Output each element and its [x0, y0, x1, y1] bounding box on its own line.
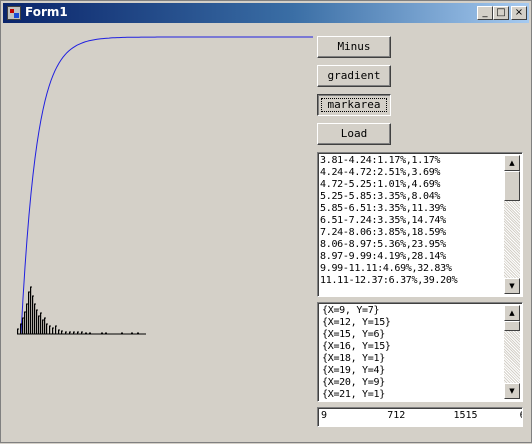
stats-item[interactable]: 3.81-4.24:1.17%,1.17% [320, 155, 457, 167]
stats-scrollbar[interactable]: ▲ ▼ [504, 155, 520, 294]
minimize-button[interactable]: _ [477, 6, 493, 20]
stats-listbox[interactable]: 3.81-4.24:1.17%,1.17% 4.24-4.72:2.51%,3.6… [317, 152, 523, 297]
histogram-bar [38, 316, 40, 334]
points-item[interactable]: {X=9, Y=7} [322, 305, 391, 317]
histogram-bar [52, 328, 54, 334]
scroll-thumb[interactable] [504, 171, 520, 201]
points-item[interactable]: {X=12, Y=15} [322, 317, 391, 329]
minus-button-label: Minus [337, 40, 371, 53]
points-scrollbar[interactable]: ▲ ▼ [504, 305, 520, 399]
points-item[interactable]: {X=16, Y=15} [322, 341, 391, 353]
histogram-bar [30, 287, 32, 334]
histogram-bar [32, 296, 34, 334]
form-window: Form1 _ □ × Minus gradient markarea Load… [0, 0, 532, 443]
output-textbox[interactable]: 9 712 1515 616 15 [317, 407, 523, 427]
histogram-bar [20, 324, 22, 334]
histogram-bar [55, 326, 57, 334]
points-item[interactable]: {X=20, Y=9} [322, 377, 391, 389]
minus-button[interactable]: Minus [317, 36, 391, 58]
histogram-bar [42, 320, 44, 334]
close-button[interactable]: × [511, 6, 527, 20]
histogram-bar [28, 292, 30, 334]
stats-item[interactable]: 11.11-12.37:6.37%,39.20% [320, 275, 458, 287]
stats-item[interactable]: 4.24-4.72:2.51%,3.69% [320, 167, 457, 179]
histogram-bar [36, 310, 38, 334]
stats-item[interactable]: 7.24-8.06:3.85%,18.59% [320, 227, 457, 239]
maximize-button[interactable]: □ [493, 6, 509, 20]
stats-item[interactable]: 5.25-5.85:3.35%,8.04% [320, 191, 457, 203]
stats-item[interactable]: 8.97-9.99:4.19%,28.14% [320, 251, 457, 263]
histogram-bar [22, 318, 24, 334]
stats-list-items: 3.81-4.24:1.17%,1.17% 4.24-4.72:2.51%,3.6… [320, 155, 458, 287]
histogram-bar [58, 330, 60, 334]
scroll-down-arrow-icon[interactable]: ▼ [504, 383, 520, 399]
histogram-bar [44, 318, 46, 334]
scroll-thumb[interactable] [504, 321, 520, 331]
load-button-label: Load [340, 127, 368, 140]
scroll-up-arrow-icon[interactable]: ▲ [504, 305, 520, 321]
stats-item[interactable]: 5.85-6.51:3.35%,11.39% [320, 203, 457, 215]
scroll-up-arrow-icon[interactable]: ▲ [504, 155, 520, 171]
histogram-bar [17, 329, 19, 334]
focus-indicator [321, 98, 387, 112]
histogram-bar [34, 304, 36, 334]
histogram-bar [49, 326, 51, 334]
stats-item[interactable]: 6.51-7.24:3.35%,14.74% [320, 215, 457, 227]
scroll-down-arrow-icon[interactable]: ▼ [504, 278, 520, 294]
points-item[interactable]: {X=15, Y=6} [322, 329, 391, 341]
histogram-bar [24, 312, 26, 334]
stats-item[interactable]: 4.72-5.25:1.01%,4.69% [320, 179, 457, 191]
points-item[interactable]: {X=18, Y=1} [322, 353, 391, 365]
points-item[interactable]: {X=19, Y=4} [322, 365, 391, 377]
points-list-items: {X=9, Y=7} {X=12, Y=15} {X=15, Y=6} {X=16, … [322, 305, 391, 401]
histogram-bar [40, 313, 42, 334]
histogram-bar [26, 304, 28, 334]
gradient-button-label: gradient [327, 69, 381, 82]
gradient-button[interactable]: gradient [317, 65, 391, 87]
points-item[interactable]: {X=21, Y=1} [322, 389, 391, 401]
stats-item[interactable]: 8.06-8.97:5.36%,23.95% [320, 239, 457, 251]
points-listbox[interactable]: {X=9, Y=7} {X=12, Y=15} {X=15, Y=6} {X=16, … [317, 302, 523, 402]
load-button[interactable]: Load [317, 123, 391, 145]
histogram-bars [17, 286, 139, 334]
stats-item[interactable]: 9.99-11.11:4.69%,32.83% [320, 263, 457, 275]
histogram-chart [17, 36, 313, 335]
cumulative-curve [20, 36, 313, 335]
markarea-button[interactable]: markarea [317, 94, 391, 116]
histogram-bar [46, 324, 48, 334]
